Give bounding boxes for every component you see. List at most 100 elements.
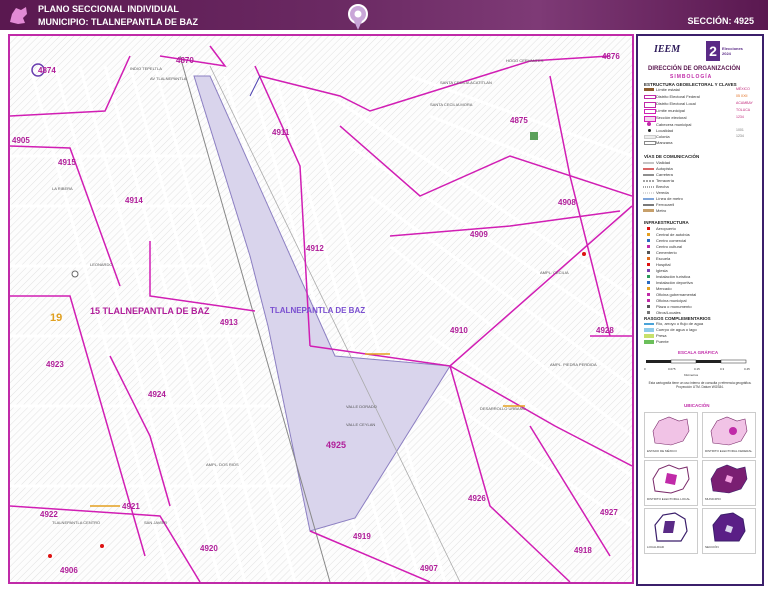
section-label: 4918 [574, 546, 592, 555]
district-number: 19 [50, 312, 63, 324]
municipality-label-2: TLALNEPANTLA DE BAZ [270, 306, 366, 315]
selected-section-label: 4925 [326, 440, 347, 450]
section-label: 4905 [12, 136, 30, 145]
legend-infra-icon [647, 263, 650, 266]
section-label: 4922 [40, 510, 58, 519]
section-label: 4912 [306, 244, 324, 253]
legend-infra-icon [647, 269, 650, 272]
legend-infra-icon [647, 275, 650, 278]
location-pin-icon [348, 4, 368, 30]
park-icon [530, 132, 538, 140]
location-title: UBICACIÓN [684, 403, 710, 408]
legend-infra-icon [647, 299, 650, 302]
minimap-section[interactable]: SECCIÓN [702, 508, 756, 554]
map-title: PLANO SECCIONAL INDIVIDUAL [38, 4, 179, 14]
section-label: 4870 [176, 56, 194, 65]
year-logo-icon: 2 [706, 41, 720, 61]
legend-infra-label: Oficina municipal [656, 298, 687, 303]
minimap-municipality[interactable]: MUNICIPIO [702, 460, 756, 506]
municipality-title: MUNICIPIO: TLALNEPANTLA DE BAZ [38, 17, 198, 27]
hospital-icon [582, 252, 586, 256]
legend-infra-icon [647, 281, 650, 284]
street-label: SANTA CECILIA ACATITLAN [440, 80, 492, 85]
header-bar: PLANO SECCIONAL INDIVIDUAL MUNICIPIO: TL… [0, 0, 768, 30]
municipality-label: 15 TLALNEPANTLA DE BAZ [90, 306, 210, 316]
section-label: 4923 [46, 360, 64, 369]
section-label: 4907 [420, 564, 438, 573]
section-number: SECCIÓN: 4925 [687, 16, 754, 26]
street-label: LA RIBERA [52, 186, 73, 191]
legend-infra-icon [647, 251, 650, 254]
legend-infra-label: Hospital [656, 262, 671, 267]
legend-infra-label: Instalación turística [656, 274, 691, 279]
section-label: 4911 [272, 128, 290, 137]
street-label: SAN JAVIER [144, 520, 168, 525]
street-label: LEONARDO [90, 262, 113, 267]
legend-infra-label: Central de autobús [656, 232, 690, 237]
org-logo: IEEM 2 Elecciones 2024 [654, 41, 743, 61]
street-label: AMPL. CECILIA [540, 270, 569, 275]
street-label: SANTA CECILIA MORA [430, 102, 473, 107]
road-symbols [643, 162, 654, 212]
map-canvas[interactable]: 19 15 TLALNEPANTLA DE BAZ TLALNEPANTLA D… [8, 34, 634, 584]
estado-mexico-icon [10, 7, 27, 24]
legend-infra-label: Otros/Locales [656, 310, 681, 315]
legend-infra-icon [647, 227, 650, 230]
minimap-federal-district[interactable]: DISTRITO ELECTORAL FEDERAL [702, 412, 756, 458]
legend-title: DIRECCIÓN DE ORGANIZACIÓN [648, 66, 741, 72]
section-label: 4920 [200, 544, 218, 553]
section-label: 4924 [148, 390, 166, 399]
legend-infra-icon [647, 293, 650, 296]
legend-infra-label: Centro cultural [656, 244, 683, 249]
scale-bar [646, 359, 747, 364]
legend-infra-label: Instalación deportiva [656, 280, 693, 285]
legend-infra-label: Escuela [656, 256, 671, 261]
legend-infra-label: Aeropuerto [656, 226, 676, 231]
legend-infra-icon [647, 245, 650, 248]
legend-infra-label: Mercado [656, 286, 672, 291]
street-label: HOGO CERVANTES [506, 58, 544, 63]
minimap-local-district[interactable]: DISTRITO ELECTORAL LOCAL [644, 460, 698, 506]
legend-section-title: VÍAS DE COMUNICACIÓN [644, 154, 700, 159]
street-label: VALLE DORADO [346, 404, 377, 409]
section-label: 4921 [122, 502, 140, 511]
section-label: 4919 [353, 532, 371, 541]
minimap-locality[interactable]: LOCALIDAD [644, 508, 698, 554]
legend-notes: Esta cartografía tiene un uso interno de… [648, 381, 752, 389]
section-label: 4915 [58, 158, 76, 167]
section-label: 4908 [558, 198, 576, 207]
street-label: VALLE CEYLAN [346, 422, 376, 427]
legend-infra-icon [647, 239, 650, 242]
section-label: 4906 [60, 566, 78, 575]
section-label: 4875 [510, 116, 528, 125]
section-label: 4874 [38, 66, 56, 75]
section-label: 4910 [450, 326, 468, 335]
legend-infra-label: Plaza o monumento [656, 304, 692, 309]
legend-infra-icon [647, 311, 650, 314]
section-label: 4909 [470, 230, 488, 239]
section-label: 4928 [596, 326, 614, 335]
legend-infra-label: Cementerio [656, 250, 677, 255]
section-label: 4927 [600, 508, 618, 517]
legend-section-title: INFRAESTRUCTURA [644, 220, 689, 225]
minimap-state[interactable]: ESTADO DE MÉXICO [644, 412, 698, 458]
legend-infra-icon [647, 287, 650, 290]
legend-infra-label: Oficina gubernamental [656, 292, 697, 297]
street-label: AMPL. PIEDRA PERDIDA [550, 362, 597, 367]
section-label: 4876 [602, 52, 620, 61]
scale-title: ESCALA GRÁFICA [678, 350, 719, 355]
street-label: DESARROLLO URBANO [480, 406, 526, 411]
section-label: 4914 [125, 196, 143, 205]
street-label: AV TLALNEPANTLA [150, 76, 187, 81]
legend-infra-icon [647, 233, 650, 236]
section-label: 4913 [220, 318, 238, 327]
street-label: AMPL. DOS RIOS [206, 462, 239, 467]
legend-subtitle: SIMBOLOGÍA [670, 74, 713, 80]
legend-panel: IEEM 2 Elecciones 2024 DIRECCIÓN DE ORGA… [636, 34, 764, 586]
legend-infra-icon [647, 305, 650, 308]
street-label: INDIO TEPELTLA [130, 66, 162, 71]
legend-infra-label: Iglesia [656, 268, 668, 273]
legend-infra-icon [647, 257, 650, 260]
street-label: TLALNEPANTLA CENTRO [52, 520, 101, 525]
section-label: 4926 [468, 494, 486, 503]
